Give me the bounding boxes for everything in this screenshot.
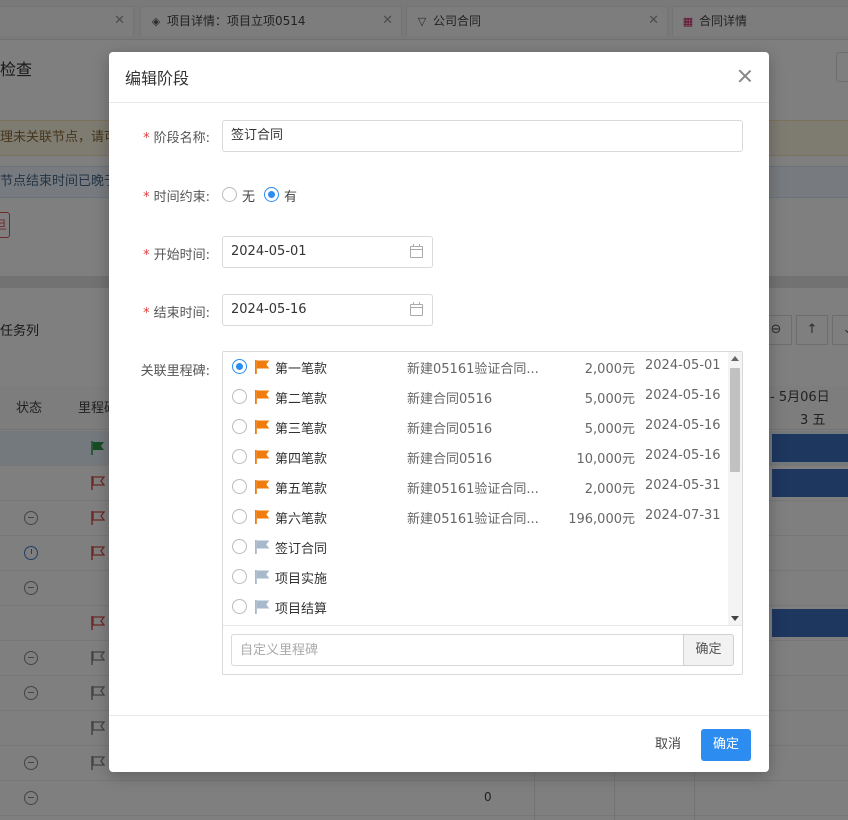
- milestone-contract: 新建05161验证合同...: [407, 512, 539, 527]
- milestone-item[interactable]: 第二笔款 新建合同0516 5,000元 2024-05-16: [223, 382, 728, 412]
- dialog-footer: 取消 确定: [109, 715, 769, 772]
- radio-none[interactable]: [222, 187, 237, 202]
- milestone-item[interactable]: 第六笔款 新建05161验证合同... 196,000元 2024-07-31: [223, 502, 728, 532]
- start-time-label: * 开始时间:: [109, 244, 210, 263]
- time-constraint-none-option[interactable]: 无: [222, 186, 262, 205]
- orange-flag-icon: [255, 450, 270, 464]
- milestone-item[interactable]: 签订合同: [223, 532, 728, 562]
- custom-milestone-input[interactable]: [231, 634, 684, 666]
- milestone-radio[interactable]: [232, 359, 247, 374]
- milestone-amount: 5,000元: [584, 392, 635, 407]
- scrollbar[interactable]: [728, 352, 742, 625]
- milestone-radio[interactable]: [232, 449, 247, 464]
- stage-name-label-text: 阶段名称:: [153, 131, 210, 146]
- milestone-date: 2024-05-16: [645, 448, 721, 463]
- milestone-name: 签订合同: [275, 542, 328, 557]
- orange-flag-icon: [255, 420, 270, 434]
- milestone-contract: 新建合同0516: [407, 392, 493, 407]
- cancel-button[interactable]: 取消: [645, 729, 691, 761]
- milestone-radio[interactable]: [232, 509, 247, 524]
- calendar-icon[interactable]: [410, 244, 423, 258]
- milestone-item[interactable]: 第五笔款 新建05161验证合同... 2,000元 2024-05-31: [223, 472, 728, 502]
- milestone-selector: 第一笔款 新建05161验证合同... 2,000元 2024-05-01 第二笔款 新建…: [222, 351, 743, 675]
- start-date-picker[interactable]: 2024-05-01: [222, 236, 433, 268]
- milestone-date: 2024-05-16: [645, 418, 721, 433]
- dialog-header: 编辑阶段: [109, 52, 769, 103]
- milestone-name: 第四笔款: [275, 452, 328, 467]
- time-constraint-yes-option[interactable]: 有: [264, 186, 304, 205]
- gray-flag-icon: [255, 600, 270, 614]
- milestone-amount: 10,000元: [576, 452, 636, 467]
- milestone-name: 第五笔款: [275, 482, 328, 497]
- end-date-picker[interactable]: 2024-05-16: [222, 294, 433, 326]
- milestone-item[interactable]: 项目实施: [223, 562, 728, 592]
- milestone-list[interactable]: 第一笔款 新建05161验证合同... 2,000元 2024-05-01 第二笔款 新建…: [223, 352, 728, 625]
- time-constraint-label-text: 时间约束:: [153, 190, 210, 205]
- milestone-contract: 新建合同0516: [407, 452, 493, 467]
- stage-name-input[interactable]: 签订合同: [222, 120, 743, 152]
- gray-flag-icon: [255, 570, 270, 584]
- milestone-radio[interactable]: [232, 389, 247, 404]
- milestone-item[interactable]: 第三笔款 新建合同0516 5,000元 2024-05-16: [223, 412, 728, 442]
- close-icon[interactable]: [735, 66, 755, 86]
- milestone-name: 第一笔款: [275, 362, 328, 377]
- milestone-amount: 2,000元: [584, 482, 635, 497]
- stage-name-label: * 阶段名称:: [109, 127, 210, 146]
- milestone-name: 第二笔款: [275, 392, 328, 407]
- start-date-value: 2024-05-01: [231, 244, 307, 259]
- milestone-date: 2024-05-01: [645, 358, 721, 373]
- radio-none-label: 无: [242, 190, 256, 205]
- required-asterisk: *: [143, 131, 150, 146]
- scroll-down-icon[interactable]: [731, 616, 739, 621]
- milestone-radio[interactable]: [232, 599, 247, 614]
- custom-milestone-bar: 确定: [223, 625, 742, 674]
- milestone-amount: 2,000元: [584, 362, 635, 377]
- milestone-radio[interactable]: [232, 479, 247, 494]
- orange-flag-icon: [255, 390, 270, 404]
- milestone-date: 2024-07-31: [645, 508, 721, 523]
- milestone-date: 2024-05-16: [645, 388, 721, 403]
- end-time-label-text: 结束时间:: [153, 306, 210, 321]
- milestone-contract: 新建05161验证合同...: [407, 362, 539, 377]
- end-time-label: * 结束时间:: [109, 302, 210, 321]
- gray-flag-icon: [255, 540, 270, 554]
- radio-yes-label: 有: [284, 190, 298, 205]
- required-asterisk: *: [143, 190, 150, 205]
- custom-milestone-confirm-button[interactable]: 确定: [683, 634, 734, 666]
- milestone-name: 项目结算: [275, 602, 328, 617]
- milestone-name: 项目实施: [275, 572, 328, 587]
- milestone-name: 第六笔款: [275, 512, 328, 527]
- milestone-radio[interactable]: [232, 419, 247, 434]
- milestones-label: 关联里程碑:: [140, 364, 210, 379]
- milestone-contract: 新建05161验证合同...: [407, 482, 539, 497]
- milestone-item[interactable]: 第四笔款 新建合同0516 10,000元 2024-05-16: [223, 442, 728, 472]
- milestone-item[interactable]: 第一笔款 新建05161验证合同... 2,000元 2024-05-01: [223, 352, 728, 382]
- milestone-date: 2024-05-31: [645, 478, 721, 493]
- end-date-value: 2024-05-16: [231, 302, 307, 317]
- milestone-radio[interactable]: [232, 569, 247, 584]
- milestone-name: 第三笔款: [275, 422, 328, 437]
- milestone-item[interactable]: 项目结算: [223, 592, 728, 622]
- time-constraint-label: * 时间约束:: [109, 186, 210, 205]
- orange-flag-icon: [255, 360, 270, 374]
- calendar-icon[interactable]: [410, 302, 423, 316]
- confirm-button[interactable]: 确定: [701, 729, 751, 761]
- edit-stage-dialog: 编辑阶段 * 阶段名称: 签订合同 * 时间约束: 无 有 * 开始时间: 2024-…: [109, 52, 769, 772]
- milestone-amount: 196,000元: [568, 512, 635, 527]
- milestone-radio[interactable]: [232, 539, 247, 554]
- orange-flag-icon: [255, 480, 270, 494]
- milestone-amount: 5,000元: [584, 422, 635, 437]
- orange-flag-icon: [255, 510, 270, 524]
- scrollbar-thumb[interactable]: [730, 368, 740, 472]
- milestone-contract: 新建合同0516: [407, 422, 493, 437]
- scroll-up-icon[interactable]: [731, 356, 739, 361]
- required-asterisk: *: [143, 248, 150, 263]
- radio-yes[interactable]: [264, 187, 279, 202]
- start-time-label-text: 开始时间:: [153, 248, 210, 263]
- required-asterisk: *: [143, 306, 150, 321]
- dialog-title: 编辑阶段: [125, 69, 190, 88]
